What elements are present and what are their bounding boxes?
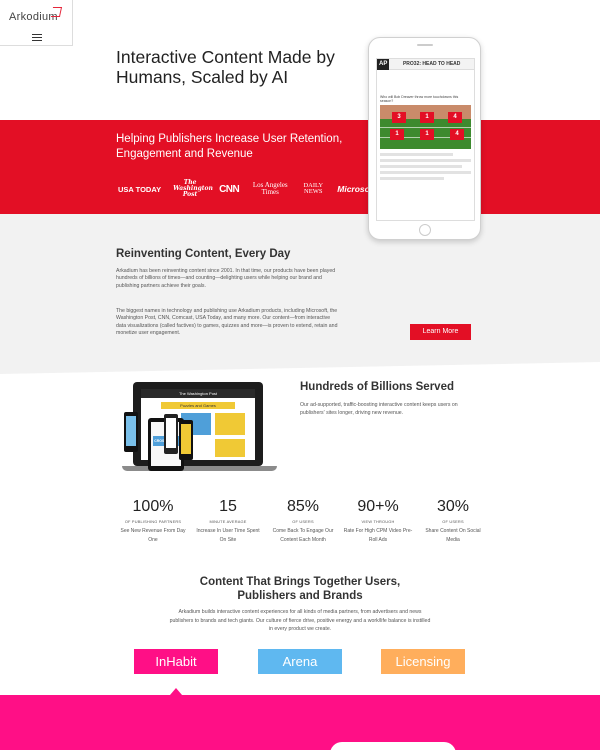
stat-item: 90+% VIEW THROUGH Rate For High CPM Vide… [343, 497, 413, 545]
score-tile: 1 [420, 129, 434, 140]
stat-description: Increase In User Time Spent On Site [196, 528, 260, 543]
stat-description: Rate For High CPM Video Pre-Roll Ads [343, 528, 413, 543]
tab-licensing[interactable]: Licensing [381, 649, 465, 674]
inhabit-panel [0, 695, 600, 750]
logo-mark-icon [50, 7, 63, 17]
game-card [215, 439, 245, 457]
stat-item: 100% OF PUBLISHING PARTNERS See New Reve… [118, 497, 188, 545]
score-tile: 1 [420, 112, 434, 123]
reinvent-heading: Reinventing Content, Every Day [116, 248, 291, 260]
phone-speaker [417, 44, 433, 46]
reinvent-paragraph-1: Arkadium has been reinventing content si… [116, 268, 336, 289]
daily-news-logo: DAILY NEWS [303, 181, 324, 195]
served-heading: Hundreds of Billions Served [300, 381, 454, 393]
phone-mockup-small [179, 420, 193, 460]
phone-screen-small [126, 416, 136, 446]
reinvent-paragraph-2: The biggest names in technology and publ… [116, 308, 338, 336]
site-header: Arkodium [0, 0, 73, 46]
stat-caption: OF USERS [292, 519, 314, 524]
stat-description: Come Back To Engage Our Content Each Mon… [272, 528, 334, 543]
game-title: PRO32: HEAD TO HEAD [402, 61, 461, 67]
phone-mockup-small [164, 414, 178, 454]
publisher-logos: USA TODAY The Washington Post CNN Los An… [118, 180, 376, 198]
field-line [380, 127, 471, 128]
game-card [215, 413, 245, 435]
football-field-graphic: 3 1 4 1 1 4 [380, 105, 471, 149]
content-text: Arkadium builds interactive content expe… [169, 609, 431, 632]
stat-value: 90+% [357, 498, 399, 515]
usa-today-logo: USA TODAY [118, 184, 162, 194]
text-placeholder-lines [380, 153, 471, 180]
panel-pill-button[interactable] [330, 742, 456, 750]
menu-icon[interactable] [32, 34, 42, 41]
tab-arena[interactable]: Arena [258, 649, 342, 674]
ap-game-header: AP PRO32: HEAD TO HEAD [377, 59, 474, 70]
laptop-base [122, 466, 277, 471]
active-tab-pointer-icon [170, 688, 182, 695]
learn-more-button[interactable]: Learn More [410, 324, 471, 340]
phone-screen: AP PRO32: HEAD TO HEAD Who will Bob Drea… [376, 58, 475, 221]
ap-logo: AP [377, 59, 390, 70]
stat-item: 30% OF USERS Share Content On Social Med… [418, 497, 488, 545]
laptop-site-header: The Washington Post [141, 389, 255, 398]
phone-home-button [419, 224, 431, 236]
phone-screen-small [166, 418, 176, 448]
stat-value: 15 [219, 498, 237, 515]
score-tile: 4 [448, 112, 462, 123]
phone-mockup-small [124, 412, 138, 452]
la-times-logo: Los Angeles Times [252, 181, 288, 196]
stat-caption: VIEW THROUGH [361, 519, 395, 524]
stats-row: 100% OF PUBLISHING PARTNERS See New Reve… [118, 497, 488, 545]
phone-screen-small [181, 424, 191, 454]
game-question: Who will Bob Dreaver throw more touchdow… [380, 95, 459, 103]
laptop-heading: Puzzles and Games [161, 402, 235, 409]
score-tile: 4 [450, 129, 464, 140]
stat-item: 15 MINUTE AVERAGE Increase In User Time … [193, 497, 263, 545]
stat-description: See New Revenue From Day One [120, 528, 186, 543]
score-tile: 1 [390, 129, 404, 140]
washington-post-logo: The Washington Post [173, 179, 213, 198]
stat-description: Share Content On Social Media [425, 528, 481, 543]
stat-value: 30% [436, 498, 470, 515]
cnn-logo: CNN [219, 183, 240, 195]
tab-inhabit[interactable]: InHabit [134, 649, 218, 674]
served-text: Our ad-supported, traffic-boosting inter… [300, 402, 458, 416]
phone-mockup: AP PRO32: HEAD TO HEAD Who will Bob Drea… [368, 37, 481, 240]
site-logo[interactable]: Arkodium [9, 11, 58, 23]
stat-caption: OF USERS [442, 519, 464, 524]
stat-value: 85% [286, 498, 320, 515]
hero-title: Interactive Content Made by Humans, Scal… [116, 47, 335, 87]
stat-item: 85% OF USERS Come Back To Engage Our Con… [268, 497, 338, 545]
hero-subtitle: Helping Publishers Increase User Retenti… [116, 133, 343, 160]
stat-value: 100% [132, 498, 174, 515]
content-heading: Content That Brings Together Users, Publ… [199, 576, 401, 602]
score-tile: 3 [392, 112, 406, 123]
stat-caption: MINUTE AVERAGE [209, 519, 247, 524]
stat-caption: OF PUBLISHING PARTNERS [124, 519, 182, 524]
